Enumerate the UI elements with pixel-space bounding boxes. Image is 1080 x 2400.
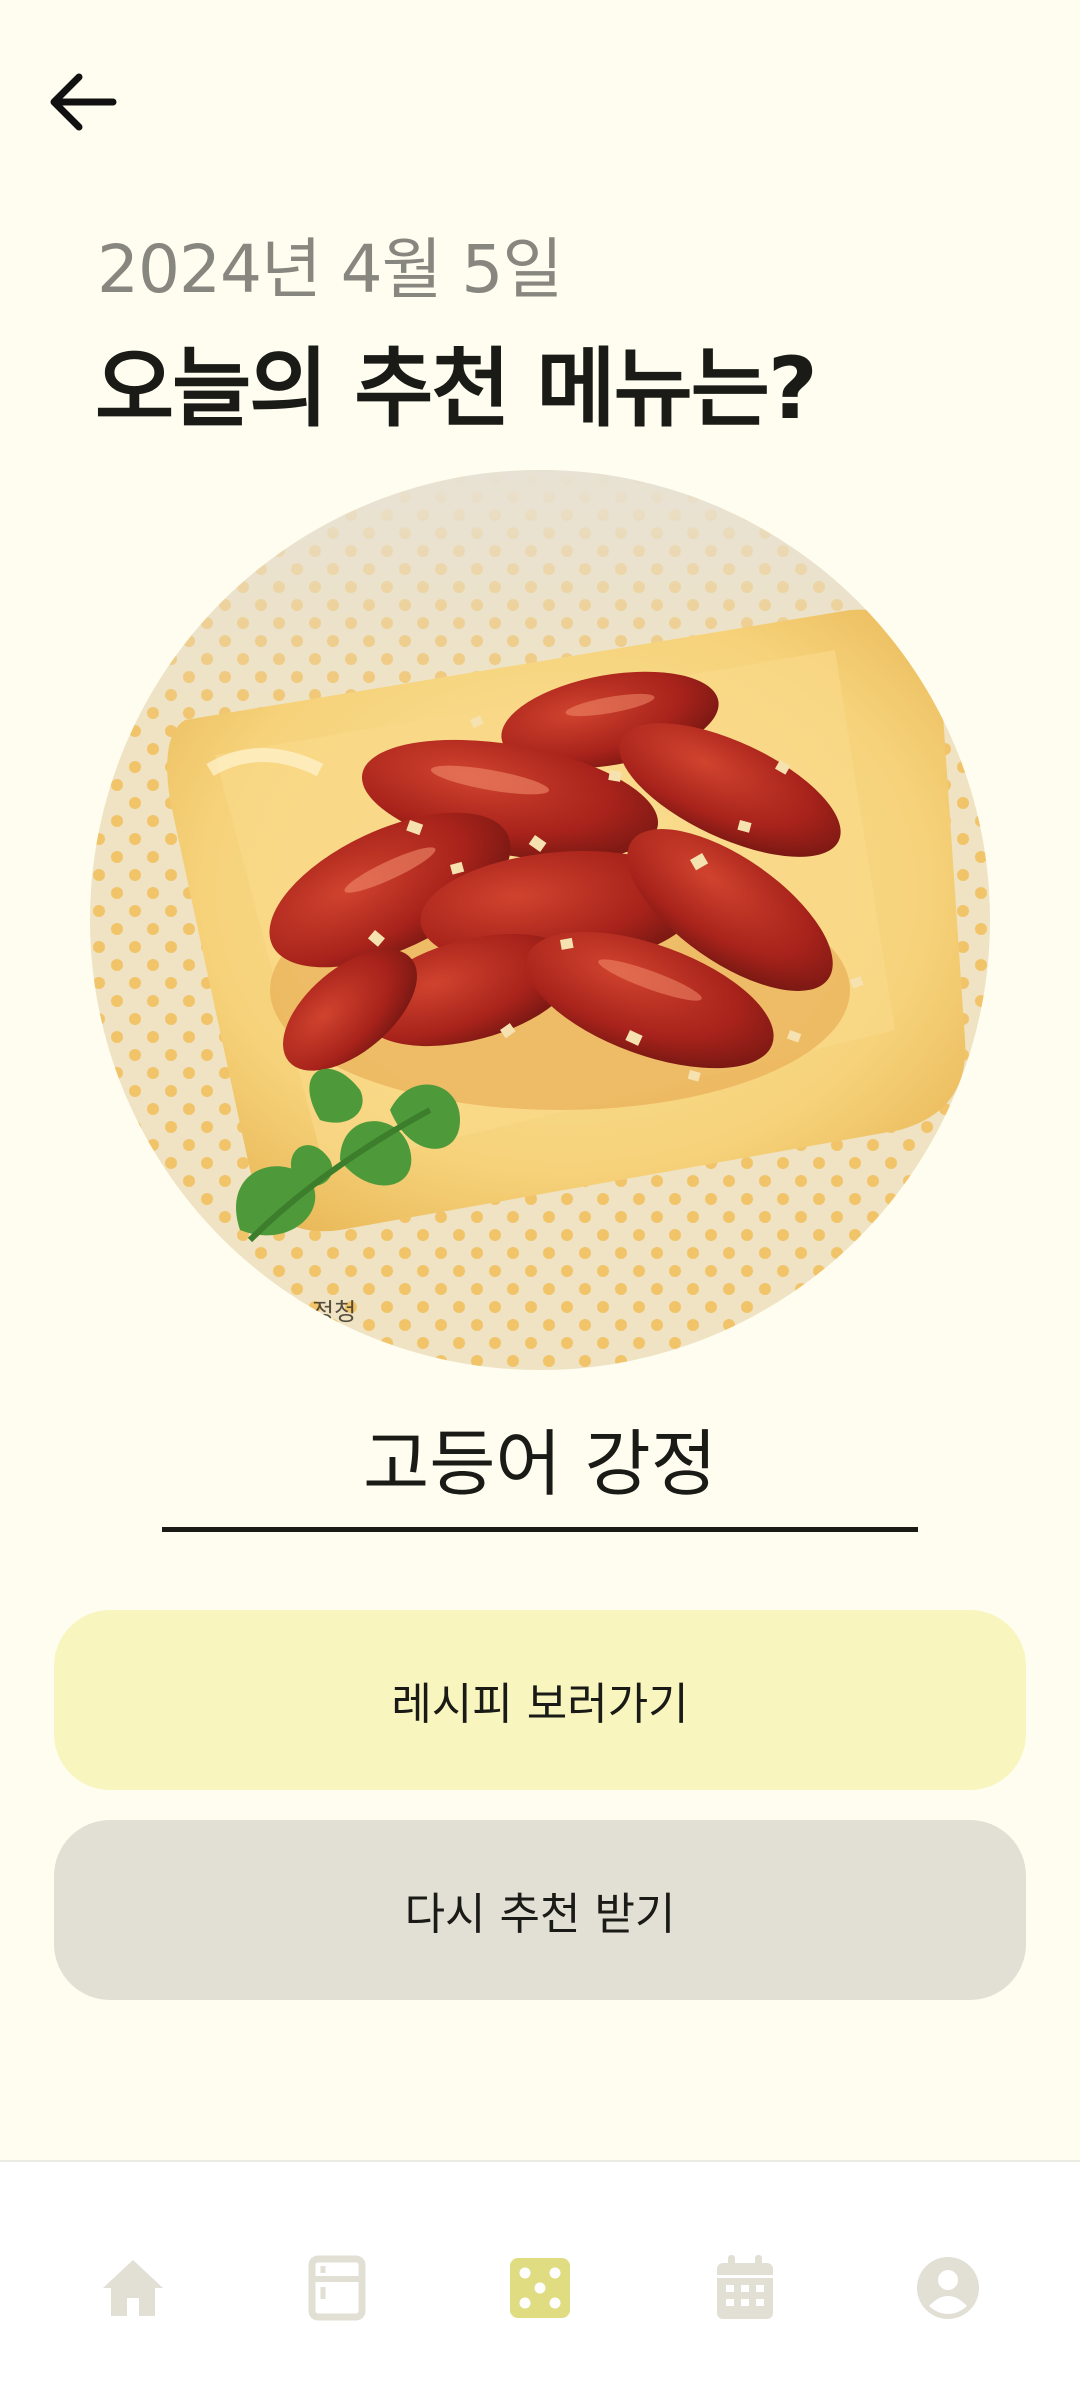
- nav-dice[interactable]: [500, 2248, 580, 2328]
- arrow-left-icon: [50, 73, 117, 131]
- date-label: 2024년 4월 5일: [97, 231, 563, 308]
- page-title: 오늘의 추천 메뉴는?: [95, 339, 818, 439]
- calendar-icon: [717, 2255, 773, 2319]
- profile-icon: [917, 2257, 979, 2319]
- view-recipe-button[interactable]: 레시피 보러가기: [54, 1610, 1026, 1790]
- recommend-again-button[interactable]: 다시 추천 받기: [54, 1820, 1026, 2000]
- nav-calendar[interactable]: [705, 2248, 785, 2328]
- dice-icon: [510, 2258, 570, 2318]
- fridge-icon: [308, 2255, 366, 2321]
- back-button[interactable]: [40, 66, 124, 138]
- home-icon: [103, 2260, 163, 2316]
- bottom-nav: [0, 2160, 1080, 2400]
- nav-fridge[interactable]: [297, 2248, 377, 2328]
- menu-name-underline: [162, 1527, 918, 1532]
- food-image: 정청: [90, 470, 990, 1370]
- menu-name: 고등어 강정: [362, 1422, 718, 1506]
- nav-profile[interactable]: [908, 2248, 988, 2328]
- nav-home[interactable]: [93, 2248, 173, 2328]
- watermark-text: 정청: [312, 1298, 356, 1326]
